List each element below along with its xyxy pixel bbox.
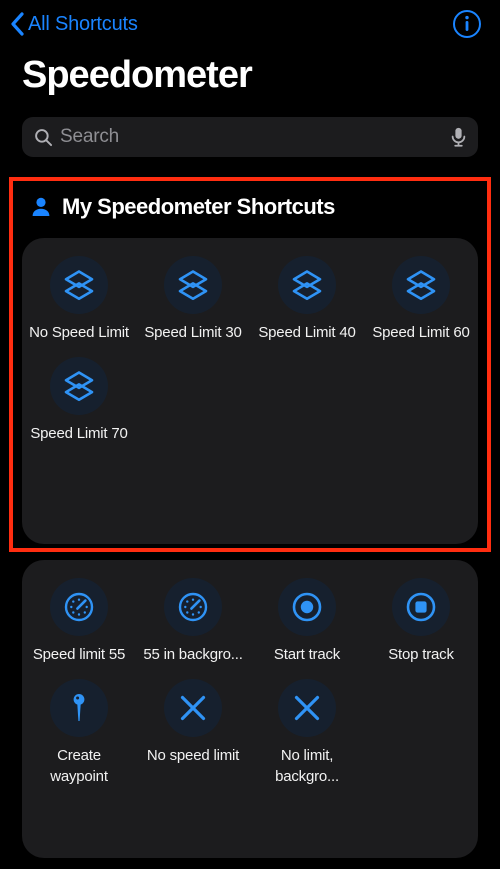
my-shortcut-tile-label: No Speed Limit [29,324,129,341]
xmark-icon [278,679,336,737]
my-shortcut-tile-label: Speed Limit 30 [144,324,242,341]
gallery-shortcut-tile-label: Create waypoint [50,747,108,785]
my-shortcut-tile[interactable]: No Speed Limit [22,256,136,343]
my-shortcut-tile[interactable]: Speed Limit 30 [136,256,250,343]
square-stack-icon [278,256,336,314]
map-pin-icon [50,679,108,737]
record-circle-icon [278,578,336,636]
xmark-icon [164,679,222,737]
gallery-shortcut-tile[interactable]: Start track [250,578,364,665]
gallery-shortcut-tile[interactable]: Stop track [364,578,478,665]
gallery-shortcut-tile-label: No speed limit [146,747,240,764]
microphone-icon[interactable] [450,126,467,148]
square-stack-icon [50,357,108,415]
gallery-shortcuts-grid: Speed limit 55 55 in backgro... Start tr… [22,578,478,787]
square-stack-icon [50,256,108,314]
my-shortcuts-section-header: My Speedometer Shortcuts [30,194,335,220]
search-input[interactable] [60,126,443,148]
app-screen: All Shortcuts Speedometer My Speedometer… [0,0,500,869]
square-stack-icon [164,256,222,314]
gauge-icon [50,578,108,636]
chevron-left-icon [11,12,24,36]
gallery-shortcut-tile[interactable]: No speed limit [136,679,250,787]
my-shortcut-tile[interactable]: Speed Limit 70 [22,357,136,444]
back-button-label: All Shortcuts [28,12,138,35]
my-shortcut-tile-label: Speed Limit 70 [30,425,128,442]
gallery-shortcut-tile-label: Stop track [388,646,454,663]
gallery-shortcut-tile-label: Speed limit 55 [32,646,126,663]
back-button-all-shortcuts[interactable]: All Shortcuts [10,12,138,36]
gallery-shortcut-tile[interactable]: No limit, backgro... [250,679,364,787]
section-title: My Speedometer Shortcuts [62,194,335,219]
navigation-bar: All Shortcuts [0,0,500,48]
gallery-shortcuts-card: Speed limit 55 55 in backgro... Start tr… [22,560,478,858]
gallery-shortcut-tile[interactable]: 55 in backgro... [136,578,250,665]
gallery-shortcut-tile-label: No limit, backgro... [275,747,339,785]
search-bar[interactable] [22,117,478,157]
search-icon [35,128,53,146]
gauge-icon [164,578,222,636]
square-stack-icon [392,256,450,314]
page-title: Speedometer [22,54,253,96]
my-shortcut-tile[interactable]: Speed Limit 60 [364,256,478,343]
gallery-shortcut-tile-label: 55 in backgro... [143,646,243,663]
gallery-shortcut-tile[interactable]: Speed limit 55 [22,578,136,665]
gallery-shortcut-tile-label: Start track [273,646,341,663]
info-circle-icon[interactable] [452,9,482,39]
my-shortcut-tile[interactable]: Speed Limit 40 [250,256,364,343]
gallery-shortcut-tile[interactable]: Create waypoint [22,679,136,787]
my-shortcuts-grid: No Speed Limit Speed Limit 30 Speed Limi… [22,256,478,444]
stop-circle-icon [392,578,450,636]
my-shortcuts-card: No Speed Limit Speed Limit 30 Speed Limi… [22,238,478,544]
my-shortcut-tile-label: Speed Limit 60 [372,324,470,341]
my-shortcut-tile-label: Speed Limit 40 [258,324,356,341]
person-icon [32,197,50,216]
